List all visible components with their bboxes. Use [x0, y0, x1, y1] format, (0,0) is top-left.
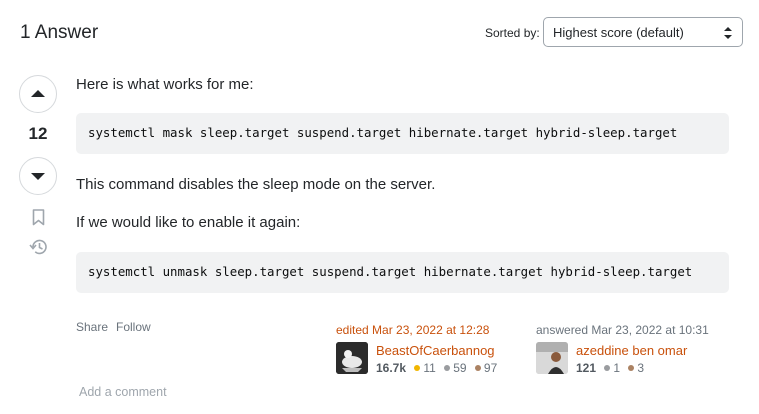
answers-count-heading: 1 Answer	[20, 22, 99, 43]
editor-name-link[interactable]: BeastOfCaerbannog	[376, 343, 495, 358]
reputation-score: 121	[576, 361, 597, 375]
chevron-updown-icon	[724, 27, 732, 39]
code-block: systemctl unmask sleep.target suspend.ta…	[76, 252, 729, 293]
reputation-score: 16.7k	[376, 361, 407, 375]
answer-paragraph: If we would like to enable it again:	[76, 214, 301, 231]
bronze-badge-count: 3	[637, 361, 645, 375]
follow-link[interactable]: Follow	[116, 320, 151, 334]
edited-timestamp-link[interactable]: edited Mar 23, 2022 at 12:28	[336, 323, 489, 337]
sort-select[interactable]: Highest score (default)	[543, 17, 743, 47]
silver-badge-count: 59	[453, 361, 467, 375]
bronze-badge-icon	[474, 365, 481, 372]
avatar[interactable]	[336, 342, 368, 374]
vote-count: 12	[28, 124, 48, 143]
answer-paragraph: Here is what works for me:	[76, 76, 254, 93]
silver-badge-icon	[604, 365, 611, 372]
upvote-button[interactable]	[19, 75, 57, 113]
sort-label: Sorted by:	[485, 26, 540, 40]
arrow-up-icon	[31, 90, 45, 97]
answered-timestamp: answered Mar 23, 2022 at 10:31	[536, 323, 709, 337]
silver-badge-icon	[444, 365, 451, 372]
author-reputation: 121 1 3	[576, 361, 644, 375]
silver-badge-count: 1	[613, 361, 621, 375]
bronze-badge-count: 97	[483, 361, 498, 375]
arrow-down-icon	[31, 173, 45, 180]
gold-badge-icon	[414, 365, 421, 372]
author-avatar-image	[536, 342, 568, 374]
history-icon[interactable]	[29, 238, 49, 256]
sort-select-value: Highest score (default)	[553, 25, 684, 40]
gold-badge-count: 11	[423, 361, 436, 375]
bookmark-icon[interactable]	[32, 209, 45, 226]
editor-reputation: 16.7k 11 59 97	[376, 361, 497, 375]
bronze-badge-icon	[628, 365, 635, 372]
add-comment-link[interactable]: Add a comment	[79, 385, 167, 399]
share-link[interactable]: Share	[76, 320, 108, 334]
code-block: systemctl mask sleep.target suspend.targ…	[76, 113, 729, 154]
author-name-link[interactable]: azeddine ben omar	[576, 343, 687, 358]
editor-avatar-image	[336, 342, 368, 374]
answer-paragraph: This command disables the sleep mode on …	[76, 176, 436, 193]
downvote-button[interactable]	[19, 157, 57, 195]
avatar[interactable]	[536, 342, 568, 374]
